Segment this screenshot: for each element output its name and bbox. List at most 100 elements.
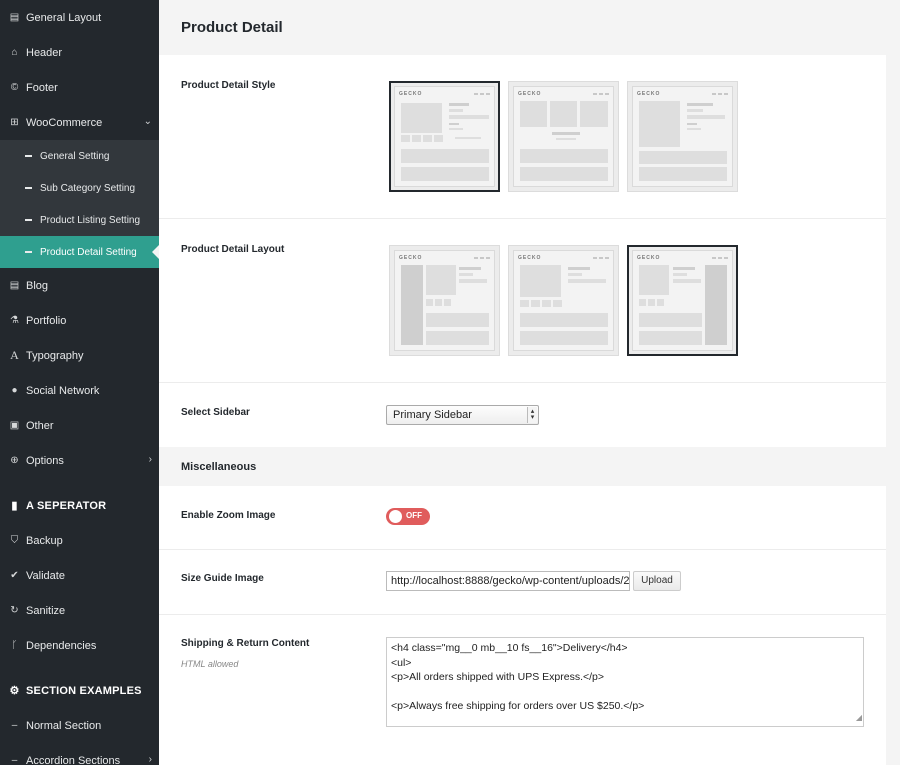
upload-button[interactable]: Upload xyxy=(633,571,681,591)
layout-preview: GECKO xyxy=(394,250,495,351)
preview-nav xyxy=(593,255,609,261)
preview-nav xyxy=(712,255,728,261)
layout-option-no-sidebar[interactable]: GECKO xyxy=(508,245,619,356)
style-option-3[interactable]: GECKO xyxy=(627,81,738,192)
woocommerce-submenu: General Setting Sub Category Setting Pro… xyxy=(0,140,159,268)
submenu-item-sub-category-setting[interactable]: Sub Category Setting xyxy=(0,172,159,204)
gear-icon: ⚙ xyxy=(9,685,20,697)
sidebar-item-portfolio[interactable]: ⚗ Portfolio xyxy=(0,303,159,338)
submenu-item-product-listing-setting[interactable]: Product Listing Setting xyxy=(0,204,159,236)
preview-block xyxy=(531,300,540,307)
sidebar-item-header[interactable]: ⌂ Header xyxy=(0,35,159,70)
style-option-2[interactable]: GECKO xyxy=(508,81,619,192)
preview-block xyxy=(673,273,687,276)
preview-block xyxy=(639,167,727,181)
sidebar-item-label: Social Network xyxy=(26,384,100,397)
preview-logo: GECKO xyxy=(637,91,661,97)
layout-option-left-sidebar[interactable]: GECKO xyxy=(389,245,500,356)
sidebar-item-options[interactable]: ⊕ Options › xyxy=(0,443,159,478)
preview-block xyxy=(435,299,442,306)
preview-block xyxy=(520,101,547,127)
shipping-content-textarea[interactable]: <h4 class="mg__0 mb__10 fs__16">Delivery… xyxy=(386,637,864,727)
textarea-line: <h4 class="mg__0 mb__10 fs__16">Delivery… xyxy=(391,642,628,654)
preview-block xyxy=(673,279,701,283)
sidebar-item-label: Typography xyxy=(26,349,84,362)
preview-block xyxy=(426,331,489,345)
field-label: Enable Zoom Image xyxy=(181,510,276,521)
scrollbar-track[interactable] xyxy=(886,0,900,765)
sidebar-item-label: General Layout xyxy=(26,11,102,24)
sidebar-item-label: Sanitize xyxy=(26,604,66,617)
row-select-sidebar: Select Sidebar Primary Sidebar ▴ ▾ xyxy=(159,382,886,447)
preview-block xyxy=(401,167,489,181)
document-icon: ▤ xyxy=(9,12,20,23)
sidebar-item-typography[interactable]: A Typography xyxy=(0,338,159,373)
size-guide-url-input[interactable]: http://localhost:8888/gecko/wp-content/u… xyxy=(386,571,630,591)
preview-block xyxy=(459,273,473,276)
sidebar-item-backup[interactable]: ⛉ Backup xyxy=(0,523,159,558)
sidebar-item-blog[interactable]: ▤ Blog xyxy=(0,268,159,303)
preview-nav xyxy=(474,255,490,261)
submenu-item-product-detail-setting[interactable]: Product Detail Setting xyxy=(0,236,159,268)
sidebar-item-validate[interactable]: ✔ Validate xyxy=(0,558,159,593)
chevron-right-icon: › xyxy=(148,754,152,765)
document-icon: ▤ xyxy=(9,280,20,291)
refresh-icon: ↻ xyxy=(10,605,19,616)
preview-logo: GECKO xyxy=(637,255,661,261)
sidebar-item-accordion-sections[interactable]: – Accordion Sections › xyxy=(0,743,159,765)
row-product-detail-layout: Product Detail Layout GECKO GECKO GECKO xyxy=(159,218,886,382)
preview-block xyxy=(520,167,608,181)
sidebar-item-social-network[interactable]: ● Social Network xyxy=(0,373,159,408)
sidebar-item-sanitize[interactable]: ↻ Sanitize xyxy=(0,593,159,628)
sidebar-item-woocommerce[interactable]: ⊞ WooCommerce ⌄ xyxy=(0,105,159,140)
preview-logo: GECKO xyxy=(518,91,542,97)
layout-option-right-sidebar[interactable]: GECKO xyxy=(627,245,738,356)
chevron-right-icon: › xyxy=(148,454,152,465)
bookmark-icon: ▮ xyxy=(11,500,18,512)
preview-nav xyxy=(593,91,609,97)
field-label: Size Guide Image xyxy=(181,573,264,584)
sidebar-item-label: Other xyxy=(26,419,54,432)
preview-block xyxy=(459,267,481,270)
preview-block xyxy=(639,331,702,345)
zoom-toggle[interactable]: OFF xyxy=(386,508,430,525)
sidebar: ▤ General Layout ⌂ Header © Footer ⊞ Woo… xyxy=(0,0,159,765)
sidebar-item-general-layout[interactable]: ▤ General Layout xyxy=(0,0,159,35)
preview-block xyxy=(550,101,577,127)
cart-icon: ⊞ xyxy=(10,117,19,128)
dash-icon: – xyxy=(11,720,18,731)
globe-icon: ● xyxy=(11,385,18,396)
preview-block xyxy=(426,313,489,327)
submenu-item-label: Sub Category Setting xyxy=(40,182,136,194)
preview-block xyxy=(520,331,608,345)
preview-block xyxy=(687,103,713,106)
preview-block xyxy=(556,138,576,140)
code-branch-icon: ᚴ xyxy=(11,640,18,651)
sidebar-section-examples: ⚙ SECTION EXAMPLES xyxy=(0,673,159,708)
sidebar-item-label: Validate xyxy=(26,569,65,582)
chevron-down-icon: ⌄ xyxy=(143,116,152,127)
preview-block xyxy=(520,300,529,307)
sidebar-item-footer[interactable]: © Footer xyxy=(0,70,159,105)
font-icon: A xyxy=(10,348,19,362)
sidebar-item-other[interactable]: ▣ Other xyxy=(0,408,159,443)
resize-grip-icon[interactable]: ◢ xyxy=(856,711,862,726)
dash-icon xyxy=(25,219,32,221)
preview-block xyxy=(687,128,701,130)
preview-block xyxy=(401,103,442,133)
home-icon: ⌂ xyxy=(11,47,18,58)
preview-block xyxy=(401,135,410,142)
style-option-1[interactable]: GECKO xyxy=(389,81,500,192)
preview-block xyxy=(520,265,561,297)
sidebar-item-normal-section[interactable]: – Normal Section xyxy=(0,708,159,743)
preview-block xyxy=(426,265,456,295)
field-hint: HTML allowed xyxy=(181,659,239,669)
sidebar-item-label: WooCommerce xyxy=(26,116,103,129)
preview-block xyxy=(673,267,695,270)
preview-block xyxy=(687,109,703,112)
textarea-line: <p>Always free shipping for orders over … xyxy=(391,700,645,712)
sidebar-item-dependencies[interactable]: ᚴ Dependencies xyxy=(0,628,159,663)
sidebar-item-label: Options xyxy=(26,454,64,467)
submenu-item-general-setting[interactable]: General Setting xyxy=(0,140,159,172)
sidebar-select[interactable]: Primary Sidebar ▴ ▾ xyxy=(386,405,539,425)
